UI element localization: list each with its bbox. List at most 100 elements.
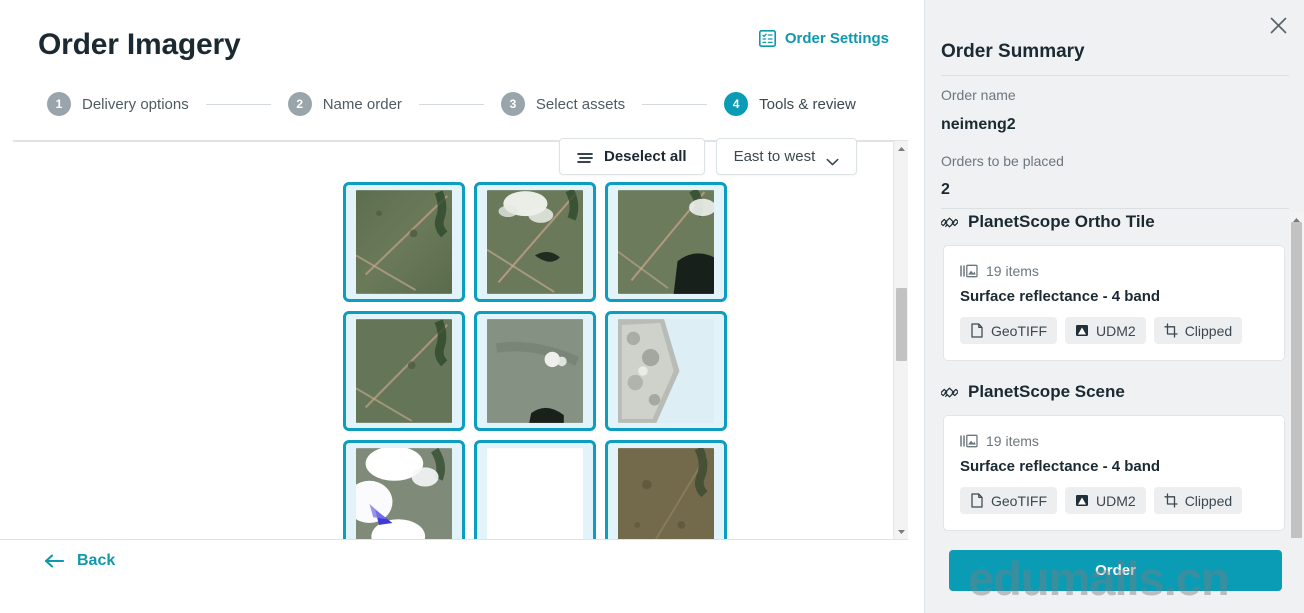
chip-geotiff: GeoTIFF xyxy=(960,317,1057,344)
close-panel-button[interactable] xyxy=(1263,10,1293,40)
order-button[interactable]: Order xyxy=(949,550,1282,591)
asset-thumbnail[interactable] xyxy=(605,440,727,539)
product-card-ortho-tile[interactable]: 19 items Surface reflectance - 4 band Ge… xyxy=(943,245,1285,361)
step-connector xyxy=(642,104,707,105)
asset-toolbar: Deselect all East to west xyxy=(559,138,857,175)
items-count: 19 items xyxy=(986,433,1039,449)
asset-thumbnail[interactable] xyxy=(343,311,465,431)
lines-icon xyxy=(577,151,593,163)
step-select-assets[interactable]: 3 Select assets xyxy=(501,92,625,116)
chip-geotiff: GeoTIFF xyxy=(960,487,1057,514)
back-button[interactable]: Back xyxy=(44,552,115,570)
file-icon xyxy=(970,323,984,338)
step-label: Delivery options xyxy=(82,96,189,113)
step-delivery-options[interactable]: 1 Delivery options xyxy=(47,92,189,116)
asset-thumbnail[interactable] xyxy=(605,311,727,431)
order-settings-label: Order Settings xyxy=(785,30,889,47)
mask-icon xyxy=(1075,323,1089,338)
main-pane: Order Imagery Order Settings 1 Delivery … xyxy=(0,0,924,613)
asset-thumbnail-area xyxy=(13,172,895,539)
thumbnail-image xyxy=(618,190,714,294)
deselect-all-label: Deselect all xyxy=(604,148,687,165)
order-summary-title: Order Summary xyxy=(941,41,1085,63)
bundle-name: Surface reflectance - 4 band xyxy=(960,288,1268,305)
product-header-ortho-tile: PlanetScope Ortho Tile xyxy=(925,212,1304,232)
step-name-order[interactable]: 2 Name order xyxy=(288,92,402,116)
settings-list-icon xyxy=(759,30,776,47)
chip-row: GeoTIFF UDM2 xyxy=(960,317,1268,344)
items-count-row: 19 items xyxy=(960,433,1268,449)
items-count: 19 items xyxy=(986,263,1039,279)
chip-clipped: Clipped xyxy=(1154,317,1242,344)
step-label: Name order xyxy=(323,96,402,113)
step-number: 4 xyxy=(724,92,748,116)
chip-clipped: Clipped xyxy=(1154,487,1242,514)
order-summary-panel: Order Summary Order name neimeng2 Orders… xyxy=(924,0,1304,613)
asset-thumbnail[interactable] xyxy=(605,182,727,302)
thumbnail-image xyxy=(356,448,452,539)
items-count-row: 19 items xyxy=(960,263,1268,279)
product-card-scene[interactable]: 19 items Surface reflectance - 4 band Ge… xyxy=(943,415,1285,531)
image-stack-icon xyxy=(960,434,978,448)
scroll-up-arrow[interactable] xyxy=(894,141,909,156)
thumbnail-image xyxy=(356,190,452,294)
step-number: 2 xyxy=(288,92,312,116)
product-name: PlanetScope Ortho Tile xyxy=(968,212,1155,232)
page-title: Order Imagery xyxy=(38,28,241,62)
asset-thumbnail[interactable] xyxy=(474,440,596,539)
step-label: Select assets xyxy=(536,96,625,113)
footer-divider xyxy=(0,539,908,540)
image-stack-icon xyxy=(960,264,978,278)
order-settings-button[interactable]: Order Settings xyxy=(759,30,889,47)
thumbnail-image xyxy=(487,190,583,294)
chip-label: GeoTIFF xyxy=(991,323,1047,339)
chip-udm2: UDM2 xyxy=(1065,487,1146,514)
asset-scrollbar[interactable] xyxy=(893,141,908,539)
close-icon xyxy=(1270,17,1287,34)
order-action-bar: Order xyxy=(925,538,1304,613)
satellite-icon xyxy=(941,384,958,401)
order-imagery-screen: Order Imagery Order Settings 1 Delivery … xyxy=(0,0,1304,613)
summary-divider-top xyxy=(941,75,1289,76)
chip-udm2: UDM2 xyxy=(1065,317,1146,344)
asset-thumbnail[interactable] xyxy=(474,182,596,302)
step-number: 3 xyxy=(501,92,525,116)
chevron-down-icon xyxy=(826,153,839,161)
summary-divider-products xyxy=(941,208,1289,209)
bundle-name: Surface reflectance - 4 band xyxy=(960,458,1268,475)
thumbnail-grid xyxy=(343,182,727,539)
thumbnail-image xyxy=(618,448,714,539)
orders-count-label: Orders to be placed xyxy=(941,153,1064,169)
chip-label: Clipped xyxy=(1185,323,1232,339)
chip-label: Clipped xyxy=(1185,493,1232,509)
crop-icon xyxy=(1164,493,1178,508)
step-connector xyxy=(206,104,271,105)
scroll-down-arrow[interactable] xyxy=(894,524,909,539)
asset-thumbnail[interactable] xyxy=(343,182,465,302)
thumbnail-image xyxy=(356,319,452,423)
chip-label: UDM2 xyxy=(1096,493,1136,509)
mask-icon xyxy=(1075,493,1089,508)
stepper: 1 Delivery options 2 Name order 3 Select… xyxy=(47,92,856,116)
step-tools-review[interactable]: 4 Tools & review xyxy=(724,92,856,116)
file-icon xyxy=(970,493,984,508)
back-label: Back xyxy=(77,552,115,570)
products-scroll-area: PlanetScope Ortho Tile 19 items Surface … xyxy=(925,212,1304,538)
arrow-left-icon xyxy=(44,554,64,568)
deselect-all-button[interactable]: Deselect all xyxy=(559,138,705,175)
chip-label: GeoTIFF xyxy=(991,493,1047,509)
asset-thumbnail[interactable] xyxy=(343,440,465,539)
scrollbar-thumb[interactable] xyxy=(896,288,907,361)
asset-thumbnail[interactable] xyxy=(474,311,596,431)
thumbnail-image xyxy=(618,319,714,423)
crop-icon xyxy=(1164,323,1178,338)
step-connector xyxy=(419,104,484,105)
scrollbar-thumb[interactable] xyxy=(1291,222,1302,544)
product-spacer xyxy=(925,361,1304,382)
product-header-scene: PlanetScope Scene xyxy=(925,382,1304,402)
sort-order-select[interactable]: East to west xyxy=(716,138,858,175)
sort-order-value: East to west xyxy=(734,148,816,165)
chip-row: GeoTIFF UDM2 xyxy=(960,487,1268,514)
thumbnail-image xyxy=(487,319,583,423)
thumbnail-image xyxy=(487,448,583,539)
